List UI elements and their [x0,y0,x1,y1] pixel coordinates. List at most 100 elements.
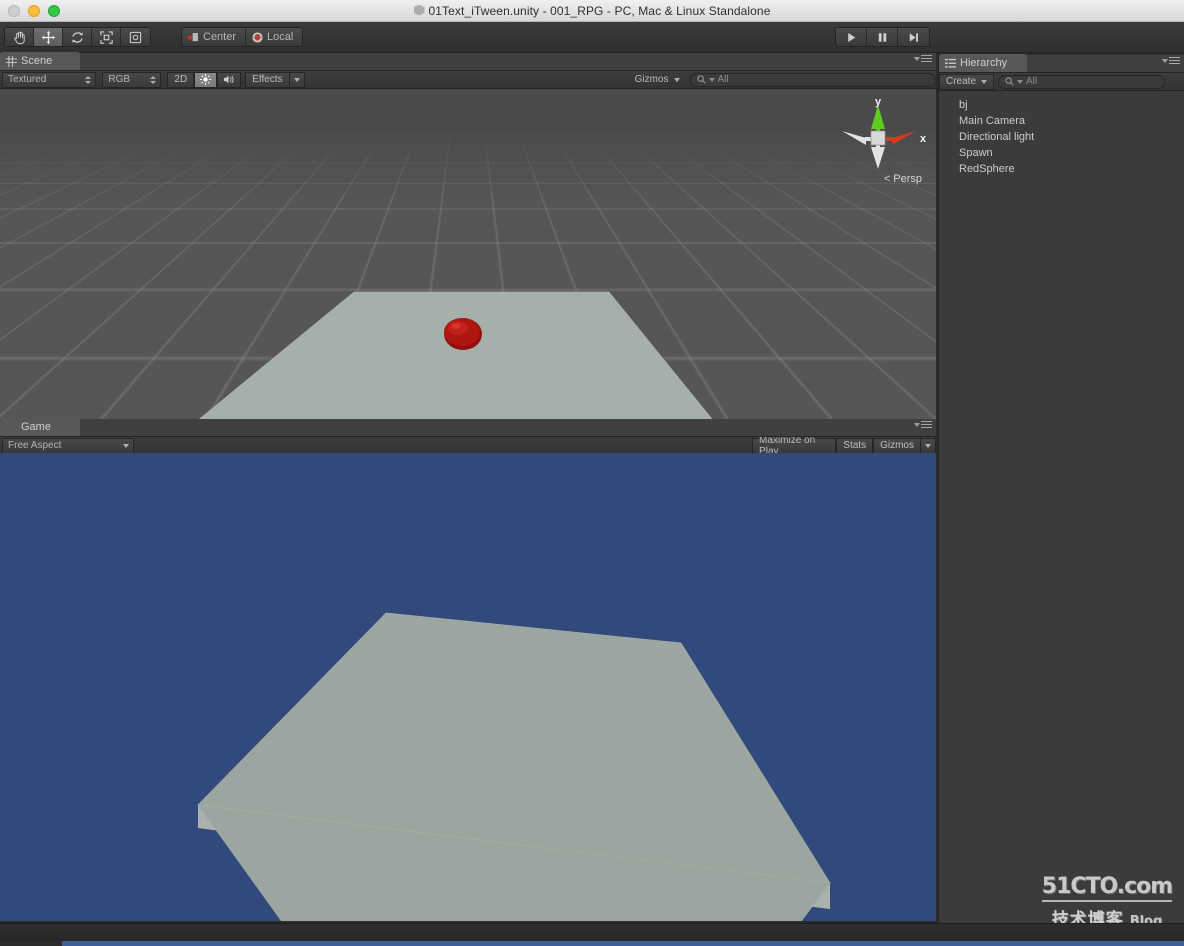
scene-panel-menu-button[interactable] [914,55,932,62]
gizmo-center-cube [870,130,886,146]
step-button[interactable] [898,28,929,46]
game-panel: Game Free Aspect Maximize on Play Stats … [0,418,936,457]
scene-sub-toolbar: Textured RGB 2D Effects Gizmos All [0,71,936,89]
scene-gizmos-dropdown[interactable]: Gizmos [629,72,686,88]
bottom-strip-left-cap [0,941,62,946]
hierarchy-tree: bj Main Camera Directional light Spawn R… [939,91,1184,177]
chevron-down-icon [914,422,920,427]
game-tab-row: Game [0,418,936,437]
hamburger-icon [921,421,932,428]
transform-tools-group [4,27,151,47]
hierarchy-item-main-camera[interactable]: Main Camera [939,113,1184,129]
effects-label: Effects [252,74,283,85]
local-handle-icon [252,31,263,43]
pivot-center-label: Center [203,31,237,43]
search-icon [1005,77,1014,86]
toggle-2d-label: 2D [174,74,188,85]
chevron-down-icon [925,443,931,448]
play-button[interactable] [836,28,867,46]
scene-gizmos-label: Gizmos [634,74,669,85]
tab-game[interactable]: Game [0,418,80,436]
draw-mode-dropdown[interactable]: Textured [2,71,97,88]
chevron-down-icon [981,79,988,84]
game-gizmos-label: Gizmos [880,440,914,451]
scene-projection-label[interactable]: < Persp [884,173,922,185]
game-pad-icon [6,422,12,432]
maximize-button[interactable] [48,4,60,17]
create-dropdown-button[interactable]: Create [939,73,995,90]
hierarchy-sub-toolbar: Create All [939,73,1184,91]
scale-tool-button[interactable] [92,28,121,46]
rect-tool-button[interactable] [121,28,150,46]
game-viewport[interactable] [0,453,936,921]
play-icon [847,32,855,42]
scene-search-placeholder: All [717,74,729,85]
color-mode-dropdown[interactable]: RGB [102,71,162,88]
window-title: 01Text_iTween.unity - 001_RPG - PC, Mac … [0,4,1184,18]
axis-y-cone [871,105,885,129]
hierarchy-item-label: Spawn [959,147,993,159]
tab-hierarchy[interactable]: Hierarchy [939,54,1027,72]
unity-editor-window: 01Text_iTween.unity - 001_RPG - PC, Mac … [0,0,1184,946]
rotate-tool-button[interactable] [63,28,92,46]
toggle-2d-button[interactable]: 2D [167,71,195,88]
chevron-down-icon [708,77,715,82]
maximize-on-play-button[interactable]: Maximize on Play [752,435,837,457]
game-panel-menu-button[interactable] [914,421,932,428]
hierarchy-panel-menu-button[interactable] [1162,57,1180,64]
hierarchy-item-redsphere[interactable]: RedSphere [939,161,1184,177]
game-gizmos-caret[interactable] [920,437,936,454]
tab-scene[interactable]: Scene [0,52,80,70]
minimize-button[interactable] [28,4,40,17]
game-gizmos-button[interactable]: Gizmos [873,437,920,454]
axis-negy-cone [871,147,885,169]
pause-icon [878,32,886,42]
hand-tool-button[interactable] [5,28,34,46]
window-controls [0,4,60,17]
axis-x-label: x [920,133,926,145]
scene-lighting-toggle[interactable] [194,71,218,88]
pivot-center-button[interactable]: Center [182,28,247,46]
chevron-down-icon [673,77,680,82]
window-title-text: 01Text_iTween.unity - 001_RPG - PC, Mac … [428,3,771,18]
scene-viewport[interactable]: y x < Persp [0,89,936,419]
close-button[interactable] [8,4,20,17]
chevron-down-icon [1162,58,1168,63]
hierarchy-item-directional-light[interactable]: Directional light [939,129,1184,145]
pause-button[interactable] [867,28,898,46]
hierarchy-tab-row: Hierarchy [939,54,1184,73]
updown-icon [150,75,157,84]
color-mode-label: RGB [108,74,131,85]
bottom-blue-strip [0,941,1184,946]
chevron-down-icon [1017,79,1024,84]
move-tool-button[interactable] [34,28,63,46]
chevron-left-icon: < [883,173,891,185]
hierarchy-item-spawn[interactable]: Spawn [939,145,1184,161]
center-pivot-icon [188,32,198,41]
playback-controls [835,27,930,47]
chevron-down-icon [914,56,920,61]
axis-y-label: y [875,96,882,108]
hierarchy-list-icon [945,58,956,68]
handle-local-button[interactable]: Local [246,28,303,46]
aspect-ratio-dropdown[interactable]: Free Aspect [2,437,135,454]
scene-search-input[interactable]: All [689,72,936,87]
scene-effects-caret[interactable] [288,71,305,88]
scene-effects-dropdown[interactable]: Effects [245,71,289,88]
move-arrows-icon [41,30,55,44]
updown-icon [85,75,92,84]
hand-icon [13,31,25,44]
tab-game-label: Game [21,421,51,433]
hierarchy-search-input[interactable]: All [998,74,1166,89]
platform-top-face [199,292,712,419]
hierarchy-item-bj[interactable]: bj [939,97,1184,113]
scene-audio-toggle[interactable] [217,71,242,88]
chevron-down-icon [293,77,300,82]
axis-negx-cone [842,131,866,145]
projection-mode: Persp [893,173,922,185]
hamburger-icon [1169,57,1180,64]
rotate-icon [71,31,83,43]
stats-button[interactable]: Stats [836,437,874,454]
create-label: Create [946,76,977,87]
hierarchy-item-label: Main Camera [959,115,1026,127]
